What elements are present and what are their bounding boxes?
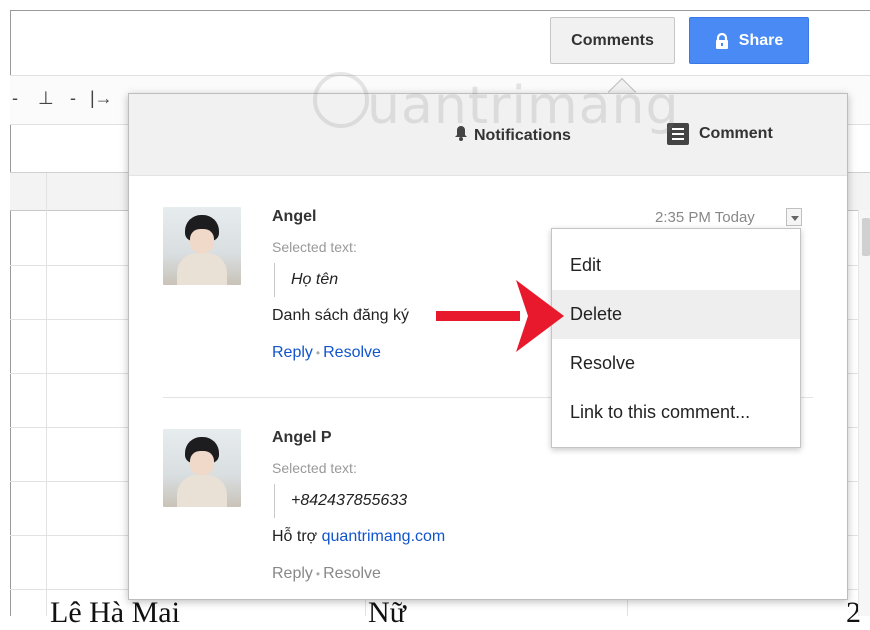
reply-link[interactable]: Reply (272, 344, 313, 361)
selected-text-quote: +842437855633 (274, 484, 407, 518)
add-comment-button[interactable]: Comment (667, 123, 773, 145)
comment-options-menu: Edit Delete Resolve Link to this comment… (551, 228, 801, 448)
comment-body: Danh sách đăng ký (272, 307, 409, 325)
share-button-label: Share (738, 31, 784, 49)
menu-item-delete[interactable]: Delete (552, 290, 800, 339)
selected-text-label: Selected text: (272, 460, 357, 476)
toolbar-dropdown-arrow[interactable]: - (12, 88, 18, 109)
selected-text-quote: Họ tên (274, 263, 338, 297)
selected-text-label: Selected text: (272, 239, 357, 255)
comments-button[interactable]: Comments (550, 17, 675, 64)
menu-item-edit[interactable]: Edit (552, 241, 800, 290)
comment-options-button[interactable] (786, 208, 802, 226)
grid-line (46, 173, 47, 616)
comment-author: Angel P (272, 429, 332, 446)
watermark-logo-icon (313, 72, 369, 128)
avatar (163, 429, 241, 507)
comments-button-label: Comments (571, 31, 654, 49)
vertical-scrollbar[interactable] (858, 210, 870, 616)
scrollbar-thumb[interactable] (862, 218, 870, 256)
comment-label: Comment (699, 125, 773, 142)
avatar (163, 207, 241, 285)
reply-link[interactable]: Reply (272, 565, 313, 582)
resolve-link[interactable]: Resolve (323, 565, 381, 582)
comment-body-link[interactable]: quantrimang.com (322, 528, 446, 545)
separator-dot: • (315, 567, 321, 581)
watermark: uantrimang (367, 76, 680, 136)
menu-item-resolve[interactable]: Resolve (552, 339, 800, 388)
comment-author: Angel (272, 208, 317, 225)
text-wrap-icon[interactable]: |→ (90, 88, 113, 109)
comment-body-text: Hỗ trợ (272, 528, 318, 545)
comment-actions: Reply • Resolve (272, 344, 381, 362)
annotation-arrow-icon (436, 280, 566, 361)
comment-body: Hỗ trợ quantrimang.com (272, 528, 445, 546)
lock-icon (715, 32, 729, 49)
comment-body-text: Danh sách đăng ký (272, 307, 409, 324)
toolbar-dropdown-arrow[interactable]: - (70, 88, 76, 109)
menu-item-link[interactable]: Link to this comment... (552, 388, 800, 437)
share-button[interactable]: Share (689, 17, 809, 64)
vertical-align-bottom-icon[interactable]: ⊥ (38, 88, 54, 109)
comment-actions: Reply • Resolve (272, 565, 381, 583)
cell-name[interactable]: Lê Hà Mai (50, 596, 180, 630)
separator-dot: • (315, 346, 321, 360)
cell-gender[interactable]: Nữ (368, 596, 406, 630)
resolve-link[interactable]: Resolve (323, 344, 381, 361)
comment-timestamp: 2:35 PM Today (655, 209, 755, 226)
